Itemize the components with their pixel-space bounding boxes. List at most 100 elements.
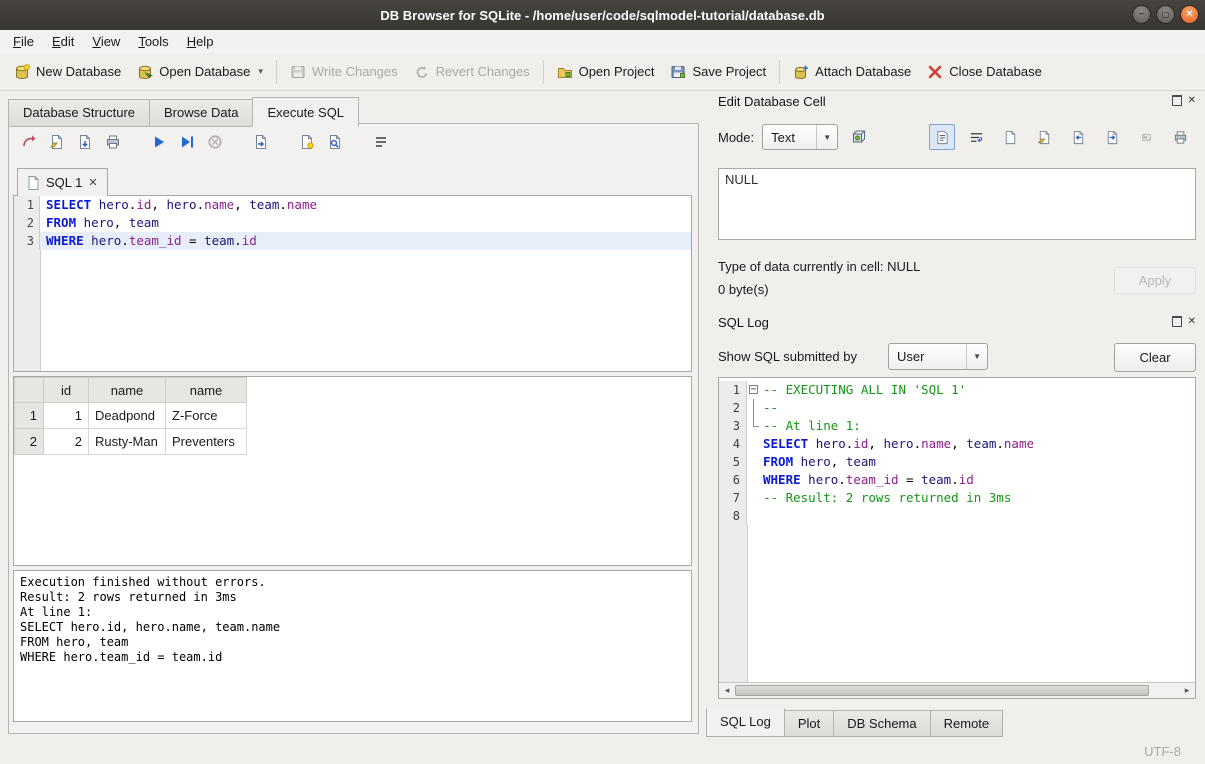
- toolbar-separator: [779, 60, 780, 84]
- new-document-icon[interactable]: [997, 124, 1023, 150]
- menubar: File Edit View Tools Help: [0, 30, 1205, 53]
- dock-tab-plot[interactable]: Plot: [784, 710, 834, 737]
- minimize-button[interactable]: −: [1132, 5, 1151, 24]
- open-project-button[interactable]: Open Project: [549, 59, 663, 85]
- mode-combobox[interactable]: Text ▼: [762, 124, 838, 150]
- log-line: 5 FROM hero, team: [719, 453, 1195, 471]
- column-header-id[interactable]: id: [44, 378, 89, 403]
- main-toolbar: New Database Open Database ▾ Write Chang…: [0, 53, 1205, 91]
- export-icon[interactable]: [1099, 124, 1125, 150]
- clear-log-button[interactable]: Clear: [1114, 343, 1196, 372]
- save-sql-file-icon[interactable]: [73, 130, 97, 154]
- table-row: 1 1 Deadpond Z-Force: [15, 403, 247, 429]
- row-number: 1: [15, 403, 44, 429]
- attach-database-button[interactable]: Attach Database: [785, 59, 919, 85]
- tab-database-structure[interactable]: Database Structure: [8, 99, 150, 127]
- line-number: 1: [719, 381, 747, 399]
- mode-label: Mode:: [718, 130, 754, 145]
- menu-edit[interactable]: Edit: [43, 32, 83, 51]
- cell[interactable]: Rusty-Man: [89, 429, 166, 455]
- menu-tools[interactable]: Tools: [129, 32, 177, 51]
- edit-cell-toolbar: Mode: Text ▼: [718, 123, 1193, 151]
- find-replace-icon[interactable]: [323, 130, 347, 154]
- execution-message[interactable]: Execution finished without errors. Resul…: [13, 570, 692, 722]
- dock-tab-remote[interactable]: Remote: [930, 710, 1004, 737]
- word-wrap-icon[interactable]: [963, 124, 989, 150]
- cell-size-info: 0 byte(s): [718, 282, 769, 297]
- sql-line-current: 3 WHERE hero.team_id = team.id: [14, 232, 691, 250]
- execute-line-icon[interactable]: [175, 130, 199, 154]
- cell[interactable]: 2: [44, 429, 89, 455]
- toolbar-separator: [276, 60, 277, 84]
- text-mode-icon[interactable]: [929, 124, 955, 150]
- save-results-icon[interactable]: [295, 130, 319, 154]
- cell[interactable]: Z-Force: [166, 403, 247, 429]
- print-icon[interactable]: [101, 130, 125, 154]
- float-panel-icon[interactable]: [1172, 316, 1182, 327]
- right-dock: Edit Database Cell ✕ Mode: Text ▼: [705, 90, 1205, 740]
- fold-marker[interactable]: −: [747, 381, 761, 399]
- menu-help[interactable]: Help: [178, 32, 223, 51]
- scrollbar-thumb[interactable]: [735, 685, 1149, 696]
- mode-value: Text: [771, 130, 795, 145]
- close-panel-icon[interactable]: ✕: [1188, 96, 1196, 106]
- open-file-icon[interactable]: [1031, 124, 1057, 150]
- open-database-button[interactable]: Open Database ▾: [129, 59, 271, 85]
- menu-view[interactable]: View: [83, 32, 129, 51]
- attach-database-label: Attach Database: [815, 64, 911, 79]
- cell[interactable]: Preventers: [166, 429, 247, 455]
- new-tab-icon[interactable]: [17, 130, 41, 154]
- cell[interactable]: 1: [44, 403, 89, 429]
- sql-file-icon: [27, 176, 40, 190]
- results-grid[interactable]: id name name 1 1 Deadpond Z-Force 2 2 Ru…: [13, 376, 692, 566]
- scroll-right-icon[interactable]: ▸: [1179, 685, 1195, 696]
- revert-changes-icon: [414, 64, 430, 80]
- float-panel-icon[interactable]: [1172, 95, 1182, 106]
- tab-execute-sql[interactable]: Execute SQL: [252, 97, 359, 127]
- scroll-left-icon[interactable]: ◂: [719, 685, 735, 696]
- sql-tab-close-icon[interactable]: ✕: [88, 176, 97, 189]
- close-panel-icon[interactable]: ✕: [1188, 317, 1196, 327]
- log-line: 7 -- Result: 2 rows returned in 3ms: [719, 489, 1195, 507]
- dock-tab-sql-log[interactable]: SQL Log: [706, 708, 785, 737]
- column-header-name1[interactable]: name: [89, 378, 166, 403]
- horizontal-scrollbar[interactable]: ◂ ▸: [719, 682, 1195, 698]
- word-wrap-icon[interactable]: [369, 130, 393, 154]
- tab-browse-data[interactable]: Browse Data: [149, 99, 253, 127]
- chevron-down-icon: ▼: [966, 344, 987, 369]
- titlebar[interactable]: DB Browser for SQLite - /home/user/code/…: [0, 0, 1205, 30]
- window-title: DB Browser for SQLite - /home/user/code/…: [380, 8, 824, 23]
- sql-toolbar: [17, 130, 393, 154]
- import-icon[interactable]: [1065, 124, 1091, 150]
- line-number: 2: [14, 214, 40, 232]
- print-icon[interactable]: [1167, 124, 1193, 150]
- cell-type-info: Type of data currently in cell: NULL: [718, 259, 920, 274]
- open-database-dropdown-icon[interactable]: ▾: [258, 66, 263, 77]
- cell[interactable]: Deadpond: [89, 403, 166, 429]
- cell-editor-icons: [929, 124, 1193, 150]
- fold-guide-end: [747, 417, 761, 435]
- execute-all-icon[interactable]: [147, 130, 171, 154]
- save-project-button[interactable]: Save Project: [662, 59, 774, 85]
- close-button[interactable]: ✕: [1180, 5, 1199, 24]
- log-filter-value: User: [897, 349, 924, 364]
- log-filter-combobox[interactable]: User ▼: [888, 343, 988, 370]
- revert-changes-label: Revert Changes: [436, 64, 530, 79]
- dock-tab-db-schema[interactable]: DB Schema: [833, 710, 930, 737]
- cell-settings-icon[interactable]: [846, 124, 872, 150]
- new-database-button[interactable]: New Database: [6, 59, 129, 85]
- export-results-icon[interactable]: [249, 130, 273, 154]
- sql-editor-lines: 1 SELECT hero.id, hero.name, team.name 2…: [14, 196, 691, 250]
- dock-tab-bar: SQL Log Plot DB Schema Remote: [706, 708, 1002, 737]
- sql-editor[interactable]: 1 SELECT hero.id, hero.name, team.name 2…: [13, 195, 692, 372]
- sql-log-viewer[interactable]: 1 − -- EXECUTING ALL IN 'SQL 1' 2 -- 3 -…: [718, 377, 1196, 699]
- close-database-button[interactable]: Close Database: [919, 59, 1050, 85]
- menu-file[interactable]: File: [4, 32, 43, 51]
- column-header-name2[interactable]: name: [166, 378, 247, 403]
- open-sql-file-icon[interactable]: [45, 130, 69, 154]
- line-number: 8: [719, 507, 747, 525]
- sql-document-tab[interactable]: SQL 1 ✕: [17, 168, 108, 196]
- cell-editor-area[interactable]: NULL: [718, 168, 1196, 240]
- set-null-icon: [1133, 124, 1159, 150]
- maximize-button[interactable]: ▢: [1156, 5, 1175, 24]
